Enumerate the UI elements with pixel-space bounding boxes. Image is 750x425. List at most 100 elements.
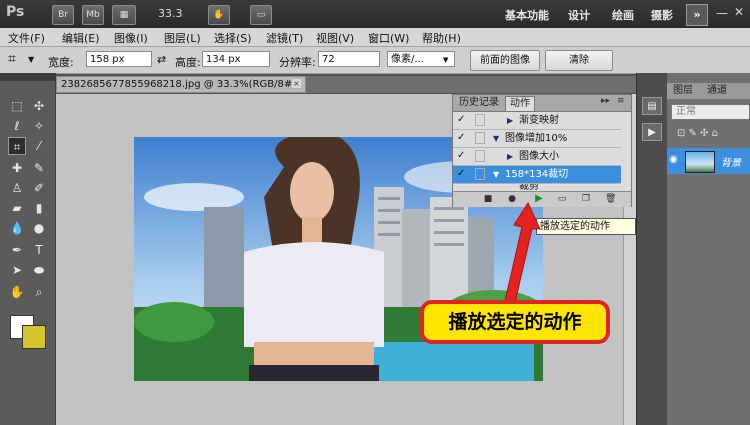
new-action-icon[interactable]: ❐ — [581, 194, 591, 204]
shape-tool-icon[interactable]: ⬬ — [30, 261, 48, 279]
gradient-tool-icon[interactable]: ▮ — [30, 199, 48, 217]
tab-layers[interactable]: 图层 — [669, 84, 697, 98]
path-selection-icon[interactable]: ➤ — [8, 261, 26, 279]
dialog-toggle[interactable] — [475, 168, 485, 180]
menu-filter[interactable]: 滤镜(T) — [266, 30, 303, 46]
tab-history[interactable]: 历史记录 — [455, 96, 503, 110]
panel-menu-icon[interactable]: ≡ — [617, 96, 625, 106]
annotation-callout: 播放选定的动作 — [420, 300, 610, 344]
workspace-design[interactable]: 设计 — [568, 7, 590, 23]
menu-help[interactable]: 帮助(H) — [422, 30, 461, 46]
more-workspaces-button[interactable]: » — [686, 4, 708, 26]
workspace-essentials[interactable]: 基本功能 — [505, 7, 549, 23]
actions-panel: 历史记录 动作 ▸▸ ≡ ✓ ▶ 渐变映射 ✓ ▼ 图像增加10% ✓ ▶ 图像… — [452, 94, 632, 207]
menu-view[interactable]: 视图(V) — [316, 30, 354, 46]
swap-icon[interactable]: ⇄ — [157, 53, 166, 66]
delete-icon[interactable]: 🗑 — [605, 194, 616, 204]
brush-tool-icon[interactable]: ✎ — [30, 159, 48, 177]
bridge-button[interactable]: Br — [52, 5, 74, 25]
panel-tab-bar: 历史记录 动作 ▸▸ ≡ — [453, 95, 631, 112]
crop-tool-icon[interactable]: ⌗ — [8, 137, 26, 155]
screen-mode-button[interactable]: ▭ — [250, 5, 272, 25]
dialog-toggle[interactable] — [475, 132, 485, 144]
hand-zoom-button[interactable]: ✋ — [208, 5, 230, 25]
app-bar: Ps Br Mb ▦ 33.3 ✋ ▭ 基本功能 设计 绘画 摄影 » — ✕ — [0, 0, 750, 29]
document-close-icon[interactable]: × — [292, 79, 301, 88]
width-label: 宽度: — [48, 56, 74, 69]
menu-image[interactable]: 图像(I) — [114, 30, 148, 46]
eyedropper-icon[interactable]: ⁄ — [30, 137, 48, 155]
document-tab[interactable]: 2382685677855968218.jpg @ 33.3%(RGB/8#) — [56, 76, 306, 93]
action-label: 158*134裁切 — [505, 169, 569, 180]
clear-button[interactable]: 清除 — [545, 50, 613, 71]
zoom-level[interactable]: 33.3 — [158, 7, 183, 20]
zoom-tool-icon[interactable]: ⌕ — [30, 283, 48, 301]
tab-actions[interactable]: 动作 — [505, 96, 535, 111]
dodge-tool-icon[interactable]: ● — [30, 219, 48, 237]
blur-tool-icon[interactable]: 💧 — [8, 219, 26, 237]
menu-select[interactable]: 选择(S) — [214, 30, 252, 46]
collapse-triangle-icon[interactable]: ▼ — [493, 166, 499, 183]
view-extras-button[interactable]: ▦ — [112, 5, 136, 25]
marquee-tool-icon[interactable]: ⬚ — [8, 97, 26, 115]
menu-layer[interactable]: 图层(L) — [164, 30, 201, 46]
layer-row-background[interactable]: ◉ 背景 — [667, 148, 750, 174]
panel-dock-strip: ▤ ▶ — [636, 73, 667, 425]
lasso-tool-icon[interactable]: ℓ — [8, 117, 26, 135]
tools-panel-header[interactable] — [0, 73, 55, 81]
minimize-icon[interactable]: — — [716, 6, 728, 20]
chevron-down-icon[interactable]: ▼ — [28, 55, 34, 64]
crop-tool-preset-icon[interactable]: ⌗ — [8, 51, 16, 67]
menu-window[interactable]: 窗口(W) — [368, 30, 409, 46]
magic-wand-icon[interactable]: ✧ — [30, 117, 48, 135]
background-color-swatch[interactable] — [22, 325, 46, 349]
blend-mode-select[interactable]: 正常 — [671, 104, 750, 120]
collapse-icon[interactable]: ▸▸ — [601, 96, 610, 106]
tab-channels[interactable]: 通道 — [703, 84, 731, 98]
action-row-crop[interactable]: 裁剪 — [453, 184, 621, 191]
history-brush-icon[interactable]: ✐ — [30, 179, 48, 197]
action-row-image-size[interactable]: ✓ ▶ 图像大小 — [453, 148, 621, 166]
action-row-crop-158x134[interactable]: ✓ ▼ 158*134裁切 — [453, 166, 621, 184]
resolution-label: 分辨率: — [279, 56, 316, 69]
eraser-tool-icon[interactable]: ▰ — [8, 199, 26, 217]
clone-stamp-icon[interactable]: ♙ — [8, 179, 26, 197]
dialog-toggle[interactable] — [475, 114, 485, 126]
toggle-check-icon[interactable]: ✓ — [457, 132, 467, 144]
toggle-check-icon[interactable]: ✓ — [457, 114, 467, 126]
action-label: 图像增加10% — [505, 133, 568, 144]
workspace-photography[interactable]: 摄影 — [651, 7, 673, 23]
width-field[interactable]: 158 px — [86, 51, 152, 67]
hand-tool-icon[interactable]: ✋ — [8, 283, 26, 301]
options-bar: ⌗ ▼ 宽度: 158 px ⇄ 高度: 134 px 分辨率: 72 像素/.… — [0, 47, 750, 74]
healing-brush-icon[interactable]: ✚ — [8, 159, 26, 177]
action-row-image-increase[interactable]: ✓ ▼ 图像增加10% — [453, 130, 621, 148]
height-field[interactable]: 134 px — [202, 51, 270, 67]
action-row-gradient-map[interactable]: ✓ ▶ 渐变映射 — [453, 112, 621, 130]
collapse-triangle-icon[interactable]: ▼ — [493, 130, 499, 147]
photoshop-logo: Ps — [6, 4, 25, 20]
dialog-toggle[interactable] — [475, 150, 485, 162]
visibility-eye-icon[interactable]: ◉ — [669, 154, 681, 166]
resolution-field[interactable]: 72 — [318, 51, 380, 67]
move-tool-icon[interactable]: ✣ — [30, 97, 48, 115]
pen-tool-icon[interactable]: ✒ — [8, 241, 26, 259]
close-icon[interactable]: ✕ — [734, 5, 744, 19]
history-dock-icon[interactable]: ▤ — [642, 97, 662, 115]
annotation-arrow — [503, 201, 541, 308]
type-tool-icon[interactable]: T — [30, 241, 48, 259]
front-image-button[interactable]: 前面的图像 — [470, 50, 540, 71]
lock-icons[interactable]: ⊡ ✎ ✣ ⌂ — [677, 128, 718, 139]
workspace-painting[interactable]: 绘画 — [612, 7, 634, 23]
expand-triangle-icon[interactable]: ▶ — [507, 148, 513, 165]
action-label: 图像大小 — [519, 151, 559, 162]
menu-file[interactable]: 文件(F) — [8, 30, 45, 46]
toggle-check-icon[interactable]: ✓ — [457, 168, 467, 180]
layers-tab-bar: 图层 通道 — [667, 83, 750, 99]
actions-dock-icon[interactable]: ▶ — [642, 123, 662, 141]
expand-triangle-icon[interactable]: ▶ — [507, 112, 513, 129]
mini-bridge-button[interactable]: Mb — [82, 5, 104, 25]
unit-dropdown-icon[interactable]: ▼ — [443, 56, 448, 64]
menu-edit[interactable]: 编辑(E) — [62, 30, 100, 46]
toggle-check-icon[interactable]: ✓ — [457, 150, 467, 162]
